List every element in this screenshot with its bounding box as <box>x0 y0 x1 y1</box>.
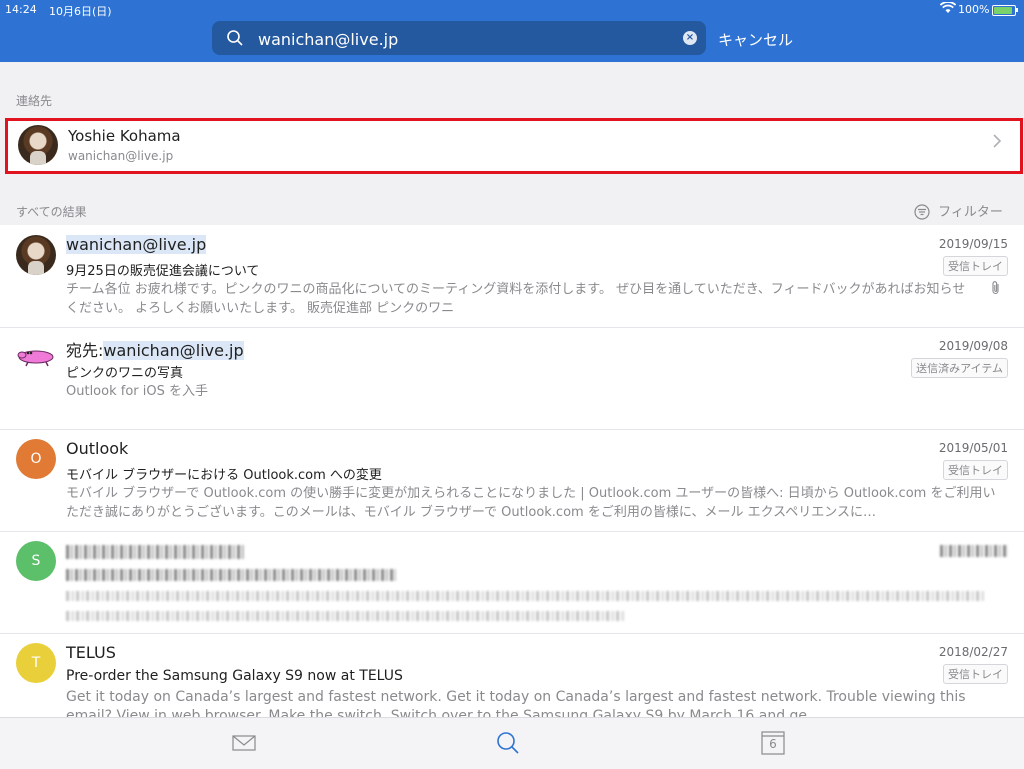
message-sender: wanichan@live.jp <box>66 235 207 254</box>
battery-icon <box>992 5 1016 16</box>
filter-icon <box>914 204 930 220</box>
message-list[interactable]: wanichan@live.jp 9月25日の販売促進会議について チーム各位 … <box>0 225 1024 717</box>
contacts-section-label: 連絡先 <box>16 94 53 108</box>
avatar: S <box>16 541 56 581</box>
search-icon <box>227 30 243 46</box>
mail-tab-icon[interactable] <box>231 730 257 756</box>
message-preview: モバイル ブラウザーで Outlook.com の使い勝手に変更が加えられること… <box>66 486 996 520</box>
pink-crocodile-avatar <box>17 350 54 367</box>
battery-tip <box>1016 8 1018 12</box>
search-field[interactable]: × <box>212 21 706 55</box>
status-time: 14:24 <box>5 3 37 16</box>
cancel-button[interactable]: キャンセル <box>718 29 793 50</box>
avatar: O <box>16 439 56 479</box>
folder-badge: 受信トレイ <box>943 664 1008 684</box>
message-row[interactable]: wanichan@live.jp 9月25日の販売促進会議について チーム各位 … <box>0 225 1024 328</box>
calendar-tab-icon[interactable]: 6 <box>760 730 786 756</box>
message-sender: TELUS <box>66 643 116 662</box>
message-date: 2019/09/08 <box>938 339 1008 353</box>
status-bar: 14:24 10月6日(日) 100% <box>0 0 1024 20</box>
search-tab-icon[interactable] <box>495 730 521 756</box>
status-date: 10月6日(日) <box>49 5 112 18</box>
sender-highlight: wanichan@live.jp <box>103 341 244 360</box>
redacted-preview <box>66 591 986 601</box>
contact-email: wanichan@live.jp <box>68 149 174 163</box>
redacted-subject <box>66 569 396 581</box>
redacted-preview <box>66 611 626 621</box>
results-section-label: すべての結果 <box>16 205 87 219</box>
message-row[interactable]: 宛先:wanichan@live.jp ピンクのワニの写真 Outlook fo… <box>0 327 1024 430</box>
wifi-icon <box>939 1 957 17</box>
filter-label: フィルター <box>938 205 1003 220</box>
message-row[interactable]: S <box>0 531 1024 634</box>
recipient-prefix: 宛先: <box>66 341 104 360</box>
message-preview: チーム各位 お疲れ様です。ピンクのワニの商品化についてのミーティング資料を添付し… <box>66 282 966 316</box>
message-preview: Get it today on Canada’s largest and fas… <box>66 689 966 717</box>
search-input[interactable] <box>256 26 660 52</box>
header-bar: 14:24 10月6日(日) 100% × キャンセル <box>0 0 1024 62</box>
folder-badge: 受信トレイ <box>943 460 1008 480</box>
message-sender: 宛先:wanichan@live.jp <box>66 337 244 361</box>
avatar <box>18 125 58 165</box>
chevron-right-icon <box>993 134 1002 148</box>
message-subject: ピンクのワニの写真 <box>66 366 184 381</box>
message-subject: モバイル ブラウザーにおける Outlook.com への変更 <box>66 468 382 483</box>
avatar: T <box>16 643 56 683</box>
message-date: 2019/05/01 <box>938 441 1008 455</box>
message-subject: Pre-order the Samsung Galaxy S9 now at T… <box>66 668 403 684</box>
message-row[interactable]: T TELUS Pre-order the Samsung Galaxy S9 … <box>0 633 1024 717</box>
sender-highlight: wanichan@live.jp <box>66 235 207 254</box>
message-date: 2019/09/15 <box>938 237 1008 251</box>
avatar <box>16 235 56 275</box>
calendar-day: 6 <box>769 737 777 751</box>
contact-row[interactable]: Yoshie Kohama wanichan@live.jp <box>5 118 1023 174</box>
redacted-sender <box>66 545 246 559</box>
battery-percent: 100% <box>958 3 990 16</box>
folder-badge: 送信済みアイテム <box>911 358 1008 378</box>
clear-search-icon[interactable]: × <box>683 31 697 45</box>
tab-bar: 6 <box>0 717 1024 769</box>
attachment-icon <box>992 281 999 295</box>
message-date: 2018/02/27 <box>938 645 1008 659</box>
message-preview: Outlook for iOS を入手 <box>66 384 208 399</box>
folder-badge: 受信トレイ <box>943 256 1008 276</box>
redacted-date <box>940 545 1008 557</box>
message-subject: 9月25日の販売促進会議について <box>66 264 260 279</box>
message-sender: Outlook <box>66 439 129 458</box>
message-row[interactable]: O Outlook モバイル ブラウザーにおける Outlook.com への変… <box>0 429 1024 532</box>
filter-button[interactable]: フィルター <box>914 201 1003 220</box>
contact-name: Yoshie Kohama <box>68 127 181 145</box>
